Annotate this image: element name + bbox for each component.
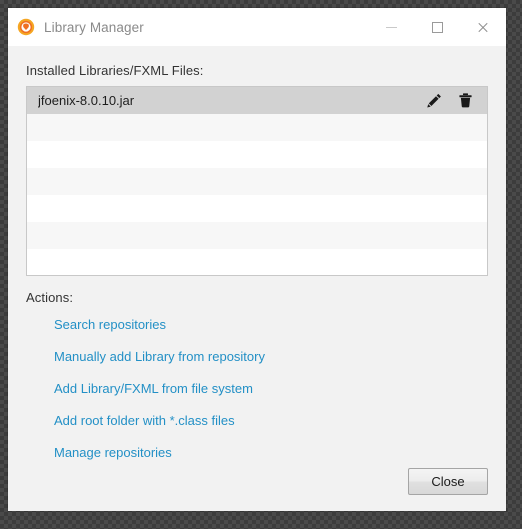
maximize-button[interactable] — [414, 8, 460, 46]
action-search-repositories[interactable]: Search repositories — [54, 308, 166, 340]
list-item[interactable] — [27, 222, 487, 249]
action-manually-add-library[interactable]: Manually add Library from repository — [54, 340, 265, 372]
dialog-footer: Close — [408, 468, 488, 495]
actions-label: Actions: — [26, 290, 74, 305]
close-window-button[interactable] — [460, 8, 506, 46]
window-controls — [368, 8, 506, 46]
app-logo-icon — [17, 18, 35, 36]
maximize-icon — [431, 21, 443, 33]
list-item[interactable]: jfoenix-8.0.10.jar — [27, 87, 487, 114]
close-icon — [477, 21, 489, 33]
list-item[interactable] — [27, 249, 487, 275]
library-name: jfoenix-8.0.10.jar — [38, 93, 135, 108]
action-add-library-from-file-system[interactable]: Add Library/FXML from file system — [54, 372, 253, 404]
list-item[interactable] — [27, 168, 487, 195]
trash-icon[interactable] — [457, 92, 474, 109]
action-manage-repositories[interactable]: Manage repositories — [54, 436, 172, 468]
library-manager-window: Library Manager Installed Libraries/FXML… — [8, 8, 506, 511]
dialog-content: Installed Libraries/FXML Files: jfoenix-… — [8, 46, 506, 511]
list-item[interactable] — [27, 141, 487, 168]
window-title: Library Manager — [44, 19, 144, 35]
close-button[interactable]: Close — [408, 468, 488, 495]
list-item[interactable] — [27, 195, 487, 222]
action-add-root-folder[interactable]: Add root folder with *.class files — [54, 404, 235, 436]
installed-libraries-label: Installed Libraries/FXML Files: — [26, 63, 204, 78]
minimize-button[interactable] — [368, 8, 414, 46]
list-item[interactable] — [27, 114, 487, 141]
row-action-buttons — [426, 92, 478, 109]
title-bar: Library Manager — [8, 8, 506, 46]
pencil-icon[interactable] — [426, 92, 443, 109]
installed-libraries-list[interactable]: jfoenix-8.0.10.jar — [26, 86, 488, 276]
minimize-icon — [385, 26, 397, 28]
